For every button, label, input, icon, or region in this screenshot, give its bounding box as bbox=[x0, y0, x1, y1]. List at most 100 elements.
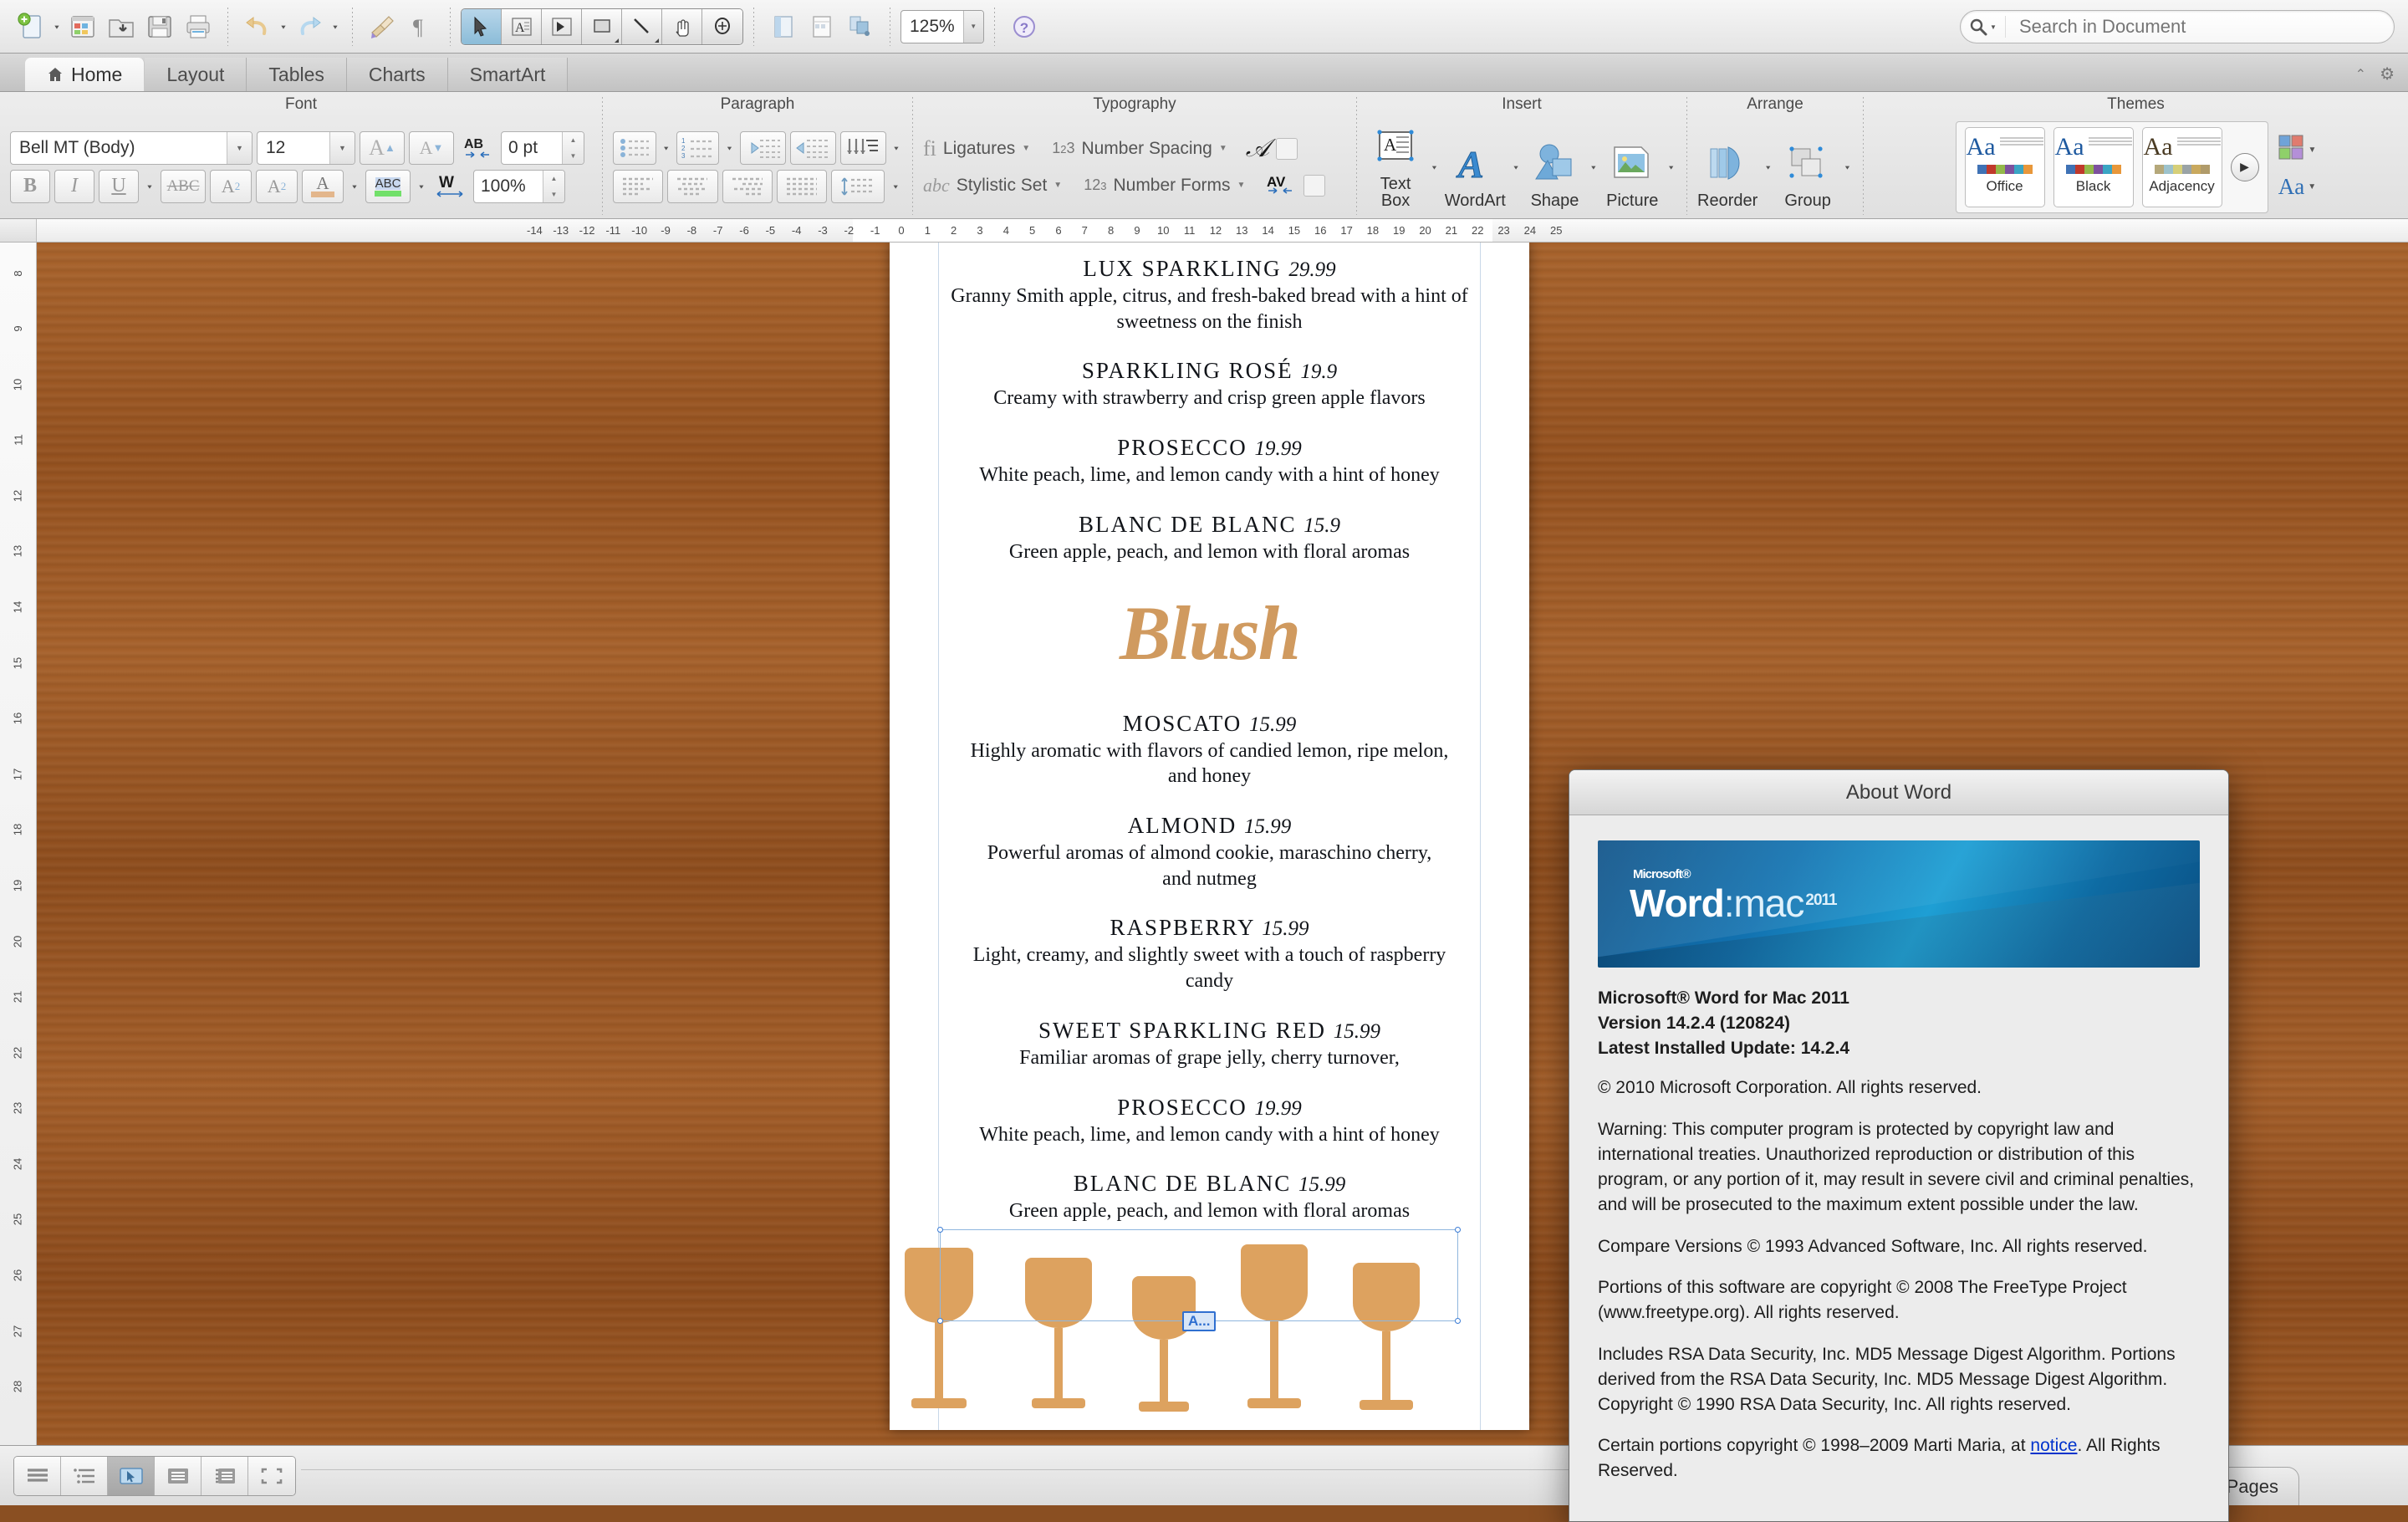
menu-item[interactable]: ALMOND 15.99 Powerful aromas of almond c… bbox=[945, 813, 1474, 891]
stylistic-set-dropdown[interactable]: ▼ bbox=[1054, 181, 1062, 190]
insert-wordart-button[interactable]: A WordArt bbox=[1445, 122, 1506, 212]
text-box-tool-button[interactable]: A bbox=[502, 8, 542, 44]
menu-item[interactable]: SWEET SPARKLING RED 15.99 Familiar aroma… bbox=[945, 1018, 1474, 1071]
help-button[interactable]: ? bbox=[1005, 8, 1043, 46]
character-spacing-icon[interactable]: AB bbox=[458, 131, 497, 165]
theme-card-black[interactable]: Aa Black bbox=[2053, 126, 2134, 207]
group-button[interactable]: Group bbox=[1778, 122, 1837, 212]
media-browser-button[interactable] bbox=[841, 8, 880, 46]
insert-wordart-dropdown[interactable] bbox=[1511, 138, 1522, 197]
new-document-button[interactable] bbox=[12, 8, 50, 46]
number-spacing-label[interactable]: Number Spacing bbox=[1081, 139, 1212, 159]
zoom-tool-button[interactable] bbox=[702, 8, 742, 44]
character-spacing-up[interactable]: ▲ bbox=[563, 132, 584, 148]
underline-button[interactable]: U bbox=[99, 169, 139, 203]
stylistic-set-label[interactable]: Stylistic Set bbox=[957, 176, 1048, 196]
insert-picture-button[interactable]: Picture bbox=[1604, 122, 1661, 212]
align-left-button[interactable] bbox=[613, 169, 664, 203]
increase-indent-button[interactable] bbox=[789, 130, 836, 165]
menu-item[interactable]: MOSCATO 15.99 Highly aromatic with flavo… bbox=[945, 711, 1474, 789]
redo-button[interactable] bbox=[290, 8, 329, 46]
undo-dropdown[interactable] bbox=[277, 8, 290, 45]
underline-dropdown[interactable] bbox=[143, 170, 156, 203]
line-tool-button[interactable] bbox=[622, 8, 662, 44]
vertical-ruler[interactable]: 8 9 10 11 12 13 14 15 16 17 18 19 20 21 22 23 24 25 26 27 28 bbox=[0, 243, 37, 1445]
undo-button[interactable] bbox=[238, 8, 277, 46]
zoom-level-control[interactable]: 125% bbox=[900, 9, 984, 43]
line-spacing-dropdown[interactable] bbox=[889, 170, 902, 203]
highlight-button[interactable]: ABC bbox=[365, 169, 411, 203]
highlight-dropdown[interactable] bbox=[415, 170, 428, 203]
group-dropdown[interactable] bbox=[1842, 138, 1853, 197]
about-word-dialog[interactable]: About Word Microsoft® Word :mac 2011 Mic… bbox=[1569, 769, 2229, 1522]
reorder-dropdown[interactable] bbox=[1763, 138, 1773, 197]
horizontal-scale-down[interactable]: ▼ bbox=[543, 186, 564, 202]
align-center-button[interactable] bbox=[667, 169, 718, 203]
reorder-button[interactable]: Reorder bbox=[1697, 122, 1758, 212]
full-screen-view-button[interactable] bbox=[248, 1456, 295, 1495]
select-tool-button[interactable] bbox=[462, 8, 502, 44]
number-spacing-dropdown[interactable]: ▼ bbox=[1219, 144, 1227, 153]
template-gallery-button[interactable] bbox=[64, 8, 102, 46]
selection-tag[interactable]: A... bbox=[1182, 1311, 1217, 1331]
superscript-button[interactable]: A2 bbox=[210, 169, 252, 203]
save-document-button[interactable] bbox=[140, 8, 179, 46]
insert-shape-button[interactable]: Shape bbox=[1526, 122, 1583, 212]
redo-dropdown[interactable] bbox=[329, 8, 342, 45]
ruler-corner[interactable] bbox=[0, 219, 37, 242]
theme-card-office[interactable]: Aa Office bbox=[1964, 126, 2045, 207]
tab-tables[interactable]: Tables bbox=[247, 58, 347, 91]
sort-button[interactable] bbox=[839, 130, 886, 165]
ligatures-dropdown[interactable]: ▼ bbox=[1022, 144, 1030, 153]
kerning-toggle[interactable] bbox=[1303, 174, 1326, 197]
numbering-button[interactable]: 123 bbox=[676, 130, 720, 165]
document-page[interactable]: LUX SPARKLING 29.99 Granny Smith apple, … bbox=[890, 243, 1529, 1430]
tab-smartart[interactable]: SmartArt bbox=[447, 58, 569, 91]
notebook-layout-view-button[interactable] bbox=[202, 1456, 248, 1495]
menu-item[interactable]: SPARKLING ROSÉ 19.9 Creamy with strawber… bbox=[945, 358, 1474, 411]
numbering-dropdown[interactable] bbox=[723, 131, 735, 165]
ligatures-label[interactable]: Ligatures bbox=[943, 139, 1015, 159]
insert-text-box-button[interactable]: A Text Box bbox=[1367, 122, 1424, 212]
menu-item[interactable]: BLANC DE BLANC 15.99 Green apple, peach,… bbox=[945, 1171, 1474, 1224]
font-family-combo[interactable]: Bell MT (Body) bbox=[10, 130, 253, 165]
line-spacing-button[interactable] bbox=[831, 169, 885, 203]
insert-shape-dropdown[interactable] bbox=[1589, 138, 1599, 197]
search-input[interactable] bbox=[2006, 16, 2394, 38]
theme-card-adjacency[interactable]: Aa Adjacency bbox=[2141, 126, 2222, 207]
draft-view-button[interactable] bbox=[14, 1456, 61, 1495]
show-guides-button[interactable] bbox=[803, 8, 841, 46]
character-spacing-down[interactable]: ▼ bbox=[563, 148, 584, 164]
publishing-layout-view-button[interactable] bbox=[108, 1456, 155, 1495]
zoom-level-dropdown[interactable] bbox=[962, 10, 983, 43]
strikethrough-button[interactable]: ABC bbox=[161, 169, 206, 203]
decrease-indent-button[interactable] bbox=[739, 130, 786, 165]
sidebar-toggle-button[interactable] bbox=[764, 8, 803, 46]
print-document-button[interactable] bbox=[179, 8, 217, 46]
number-forms-dropdown[interactable]: ▼ bbox=[1237, 181, 1246, 190]
font-family-dropdown[interactable] bbox=[227, 131, 252, 164]
ribbon-settings-icon[interactable]: ⚙ bbox=[2380, 64, 2395, 84]
search-box[interactable]: ▼ bbox=[1960, 10, 2395, 43]
horizontal-ruler[interactable]: -14 -13 -12 -11 -10 -9 -8 -7 -6 -5 -4 -3 -2 -1 0 1 2 3 4 5 6… bbox=[0, 219, 2408, 243]
menu-item[interactable]: RASPBERRY 15.99 Light, creamy, and sligh… bbox=[945, 915, 1474, 993]
horizontal-scale-icon[interactable]: W bbox=[432, 170, 469, 203]
insert-text-box-dropdown[interactable] bbox=[1429, 138, 1440, 197]
bold-button[interactable]: B bbox=[10, 169, 50, 203]
menu-content[interactable]: LUX SPARKLING 29.99 Granny Smith apple, … bbox=[945, 256, 1474, 1248]
open-document-button[interactable] bbox=[102, 8, 140, 46]
sort-dropdown[interactable] bbox=[890, 131, 902, 165]
horizontal-scale-field[interactable]: 100% ▲ ▼ bbox=[473, 169, 565, 203]
number-forms-label[interactable]: Number Forms bbox=[1113, 176, 1230, 196]
new-document-dropdown[interactable] bbox=[50, 8, 64, 45]
subscript-button[interactable]: A2 bbox=[256, 169, 298, 203]
grow-font-button[interactable]: A ▲ bbox=[360, 130, 405, 165]
menu-item[interactable]: PROSECCO 19.99 White peach, lime, and le… bbox=[945, 1095, 1474, 1148]
justify-button[interactable] bbox=[776, 169, 828, 203]
horizontal-scale-up[interactable]: ▲ bbox=[543, 171, 564, 186]
theme-fonts-button[interactable]: Aa ▼ bbox=[2278, 174, 2316, 200]
linked-text-box-tool-button[interactable] bbox=[542, 8, 582, 44]
format-painter-button[interactable] bbox=[363, 8, 401, 46]
bullets-dropdown[interactable] bbox=[661, 131, 672, 165]
theme-colors-button[interactable]: ▼ bbox=[2278, 135, 2316, 166]
